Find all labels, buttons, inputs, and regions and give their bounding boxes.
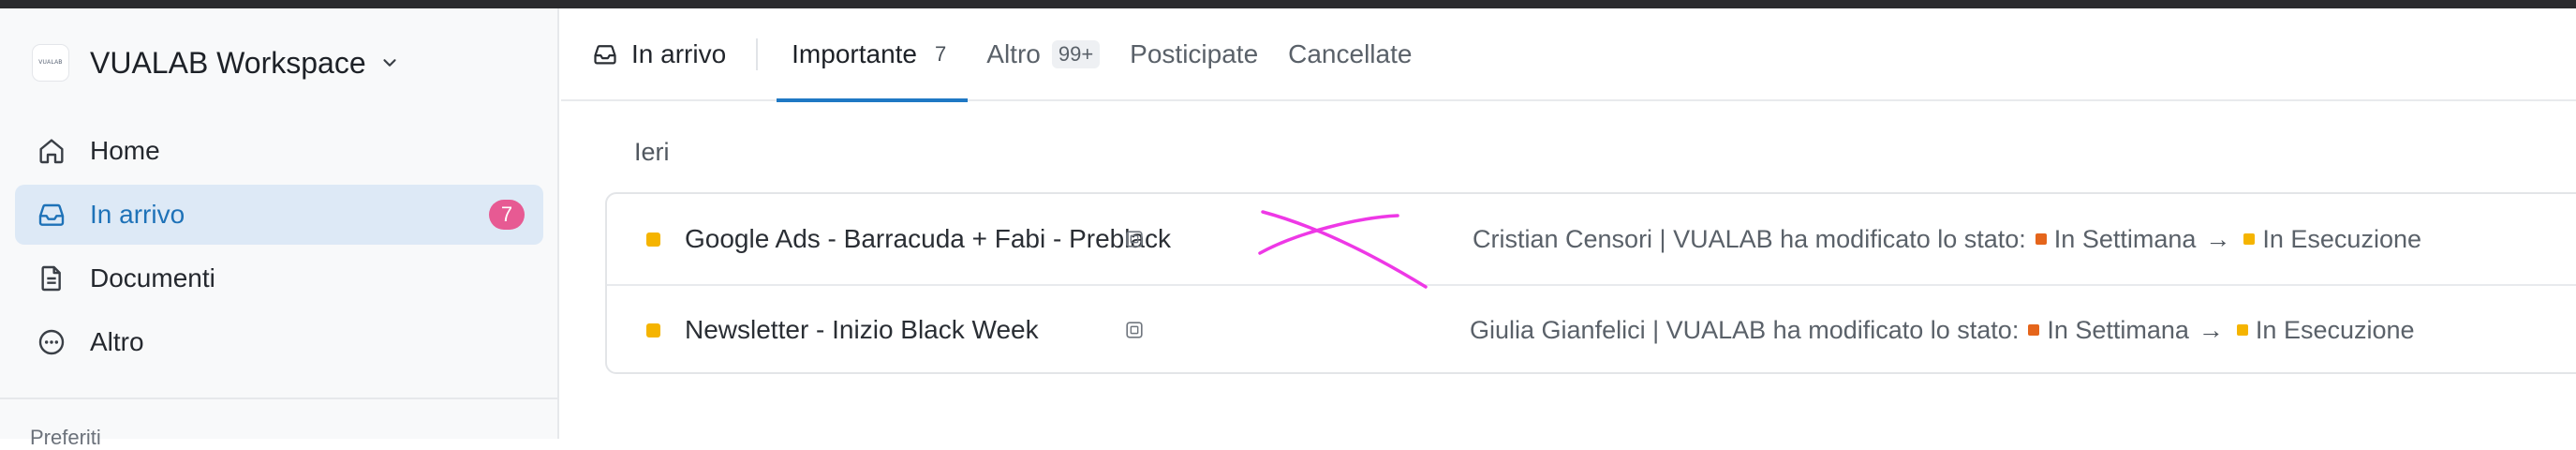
document-icon xyxy=(36,262,67,294)
inbox-icon xyxy=(594,44,616,64)
notification-title: Google Ads - Barracuda + Fabi - Preblack xyxy=(685,224,1172,253)
sidebar-item-home[interactable]: Home xyxy=(15,121,543,181)
status-in-settimana-marker xyxy=(2035,233,2047,245)
status-in-esecuzione-marker xyxy=(2243,233,2256,245)
inbox-icon xyxy=(36,199,67,231)
tab-label: Posticipate xyxy=(1130,38,1259,68)
from-status: In Settimana xyxy=(2047,315,2189,344)
arrow-right-icon: → xyxy=(2205,224,2231,253)
unread-count-badge: 7 xyxy=(489,200,525,230)
notification-row[interactable]: Newsletter - Inizio Black Week Giulia Gi… xyxy=(607,284,2576,374)
tab-count: 99+ xyxy=(1051,39,1101,68)
workspace-name: VUALAB Workspace xyxy=(90,45,366,80)
actor-name: Giulia Gianfelici | VUALAB xyxy=(1470,315,1767,344)
from-status: In Settimana xyxy=(2053,224,2197,253)
to-status: In Esecuzione xyxy=(2262,224,2421,253)
tab-label: Cancellate xyxy=(1288,38,1413,68)
sidebar-item-label: In arrivo xyxy=(90,200,185,229)
inbox-title: In arrivo xyxy=(631,38,727,68)
notification-list: Google Ads - Barracuda + Fabi - Preblack… xyxy=(605,192,2576,374)
more-icon xyxy=(36,326,67,358)
tab-separator xyxy=(756,38,759,70)
sidebar-nav: Home In arrivo 7 Documenti Altro xyxy=(15,121,543,376)
inbox-header: In arrivo xyxy=(592,8,726,100)
inbox-tabs: In arrivo Importante 7 Altro 99+ Postici… xyxy=(561,8,2576,102)
sidebar-item-more[interactable]: Altro xyxy=(15,312,543,372)
date-group-label: Ieri xyxy=(634,138,670,166)
status-in-settimana-marker xyxy=(2028,324,2040,336)
workspace-logo: VUALAB xyxy=(32,44,69,82)
tab-label: Importante xyxy=(792,38,918,68)
notification-title: Newsletter - Inizio Black Week xyxy=(685,315,1039,344)
actor-name: Cristian Censori | VUALAB xyxy=(1473,224,1773,253)
action-text: ha modificato lo stato: xyxy=(1772,315,2020,344)
sidebar-item-documents[interactable]: Documenti xyxy=(15,248,543,308)
chevron-down-icon xyxy=(383,59,396,67)
sidebar-item-label: Home xyxy=(90,136,160,165)
tab-posticipate[interactable]: Posticipate xyxy=(1115,8,1273,100)
notification-message: Cristian Censori | VUALAB ha modificato … xyxy=(1473,225,2421,254)
tab-importante[interactable]: Importante 7 xyxy=(777,8,969,102)
sidebar-item-label: Altro xyxy=(90,327,144,356)
tab-count: 7 xyxy=(935,41,947,66)
sidebar: VUALAB VUALAB Workspace Home In arrivo 7… xyxy=(0,8,559,449)
tab-altro[interactable]: Altro 99+ xyxy=(971,8,1115,100)
main-panel: In arrivo Importante 7 Altro 99+ Postici… xyxy=(561,8,2576,439)
status-dot xyxy=(646,232,660,247)
workspace-switcher[interactable]: VUALAB VUALAB Workspace xyxy=(32,37,400,89)
sidebar-item-inbox[interactable]: In arrivo 7 xyxy=(15,185,543,245)
notification-message: Giulia Gianfelici | VUALAB ha modificato… xyxy=(1470,316,2415,345)
task-icon xyxy=(1126,231,1143,248)
action-text: ha modificato lo stato: xyxy=(1780,224,2026,253)
arrow-right-icon: → xyxy=(2198,315,2224,344)
favorites-section-label: Preferiti xyxy=(30,426,101,449)
sidebar-divider xyxy=(0,398,557,399)
to-status: In Esecuzione xyxy=(2255,315,2415,344)
tab-label: Altro xyxy=(986,38,1041,68)
sidebar-item-label: Documenti xyxy=(90,263,215,292)
tab-cancellate[interactable]: Cancellate xyxy=(1273,8,1427,100)
notification-row[interactable]: Google Ads - Barracuda + Fabi - Preblack… xyxy=(607,194,2576,284)
home-icon xyxy=(36,135,67,167)
status-dot xyxy=(646,322,660,338)
status-in-esecuzione-marker xyxy=(2236,324,2248,336)
task-icon xyxy=(1126,322,1143,338)
